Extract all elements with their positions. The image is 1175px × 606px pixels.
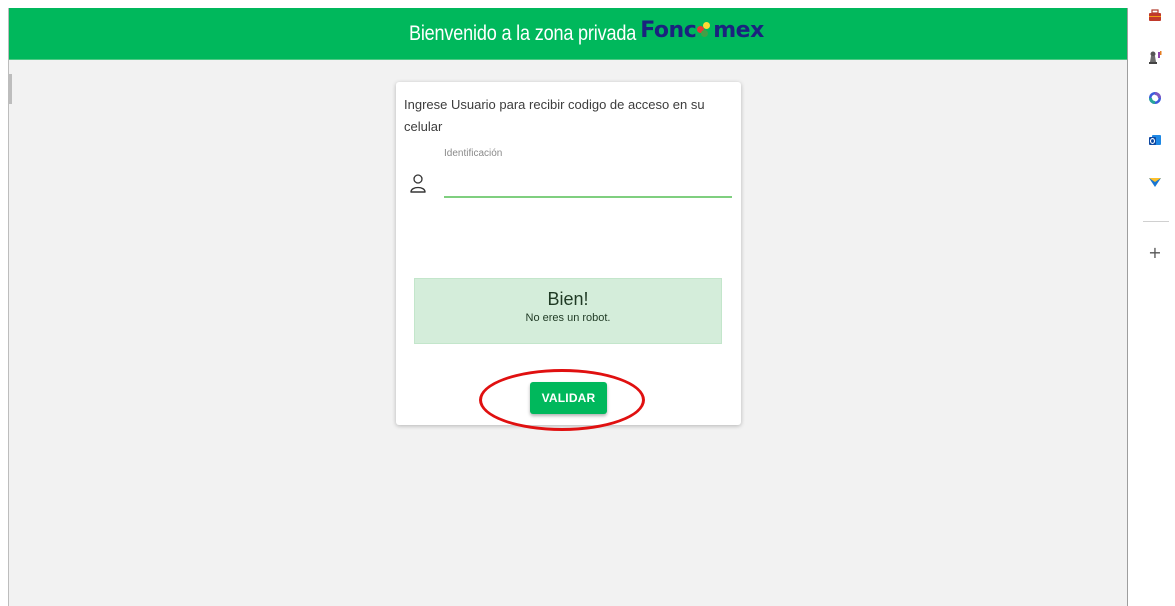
captcha-title: Bien! (547, 289, 589, 309)
captcha-success-alert: Bien! No eres un robot. (414, 278, 722, 344)
login-card: Ingrese Usuario para recibir codigo de a… (396, 82, 741, 425)
login-instruction: Ingrese Usuario para recibir codigo de a… (404, 97, 705, 134)
chess-piece-icon[interactable] (1148, 50, 1162, 64)
browser-page: Bienvenido a la zona privada Fonc mex In… (0, 0, 1175, 606)
left-edge-handle (9, 74, 12, 104)
page-header: Bienvenido a la zona privada Fonc mex (9, 8, 1127, 60)
brand-logo: Fonc mex (640, 18, 764, 43)
briefcase-icon[interactable] (1148, 9, 1162, 23)
send-icon[interactable] (1148, 175, 1162, 189)
browser-side-panel: + (1135, 0, 1175, 606)
copilot-icon[interactable] (1148, 91, 1162, 105)
brand-suffix: mex (713, 18, 764, 43)
captcha-message: No eres un robot. (525, 312, 611, 324)
identification-label: Identificación (444, 148, 503, 159)
web-content: Bienvenido a la zona privada Fonc mex In… (8, 8, 1128, 606)
header-title: Bienvenido a la zona privada (409, 21, 637, 45)
side-panel-divider (1143, 221, 1169, 222)
user-icon (410, 174, 426, 193)
validate-button[interactable]: VALIDAR (530, 382, 607, 414)
brand-mark-icon (697, 22, 712, 39)
identification-input[interactable] (444, 168, 732, 198)
brand-prefix: Fonc (640, 18, 697, 43)
add-button[interactable]: + (1148, 245, 1162, 263)
outlook-icon[interactable] (1148, 133, 1162, 147)
